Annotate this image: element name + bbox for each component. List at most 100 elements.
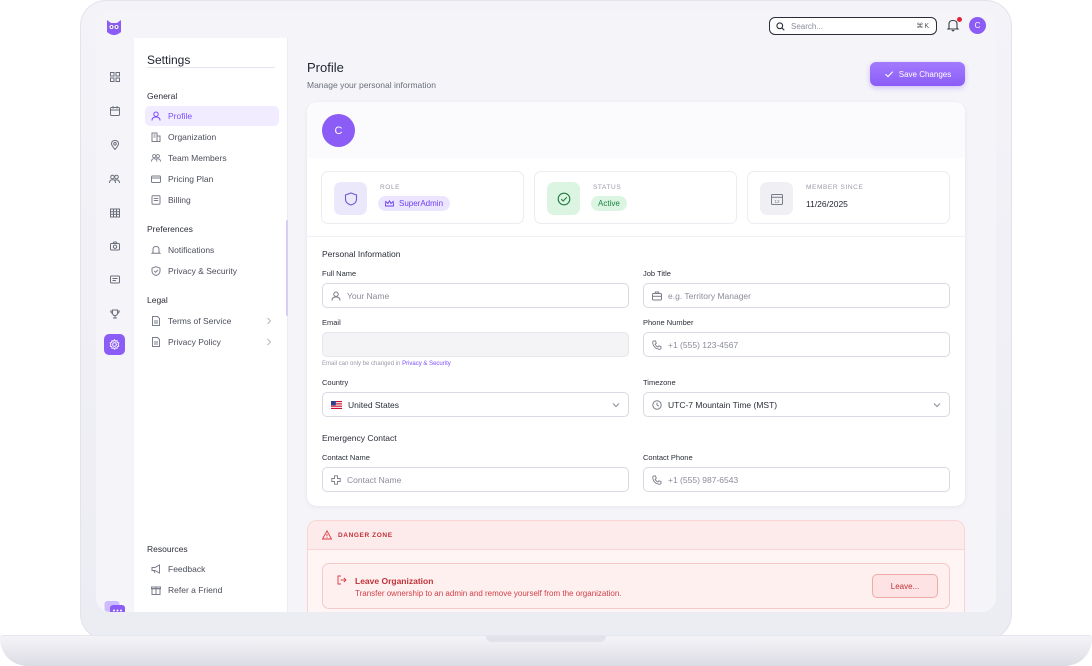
email-field[interactable]: [322, 332, 629, 357]
sidebar-item-feedback[interactable]: Feedback: [145, 559, 279, 579]
sidebar-item-label: Billing: [168, 195, 191, 205]
timezone-label: Timezone: [643, 378, 676, 387]
sidebar-item-profile[interactable]: Profile: [145, 106, 279, 126]
sidebar-item-team-members[interactable]: Team Members: [145, 148, 279, 168]
sidebar-item-pricing-plan[interactable]: Pricing Plan: [145, 169, 279, 189]
full-name-placeholder: Your Name: [347, 290, 390, 301]
sidebar-item-label: Refer a Friend: [168, 585, 223, 595]
save-changes-button[interactable]: Save Changes: [870, 62, 965, 86]
phone-number-placeholder: +1 (555) 123-4567: [668, 339, 739, 350]
danger-zone-header: DANGER ZONE: [308, 521, 964, 550]
clock-icon: [652, 399, 662, 410]
calendar-icon[interactable]: [106, 102, 123, 119]
profile-card: C ROLE SuperAdmin STATUS Active 12 MEMBE…: [307, 102, 965, 506]
table-icon[interactable]: [106, 204, 123, 221]
job-title-input[interactable]: e.g. Territory Manager: [643, 283, 950, 308]
settings-icon[interactable]: [104, 334, 125, 355]
emergency-contact-title: Emergency Contact: [322, 433, 397, 443]
sidebar-item-organization[interactable]: Organization: [145, 127, 279, 147]
chevron-down-icon: [612, 403, 620, 408]
logout-icon: [337, 575, 347, 585]
settings-sidebar: Settings General Profile Organization Te…: [134, 38, 288, 612]
sidebar-scrollbar[interactable]: [286, 220, 288, 316]
country-value: United States: [348, 399, 400, 410]
group-label-preferences: Preferences: [147, 224, 193, 234]
contact-phone-placeholder: +1 (555) 987-6543: [668, 474, 739, 485]
sidebar-item-label: Profile: [168, 111, 193, 121]
page-title: Profile: [307, 60, 344, 75]
search-input[interactable]: Search... ⌘K: [769, 17, 937, 35]
status-label: STATUS: [593, 184, 622, 191]
group-label-general: General: [147, 91, 178, 101]
app-screen: Search... ⌘K C Settings General Profile …: [96, 10, 996, 612]
search-icon: [776, 21, 785, 31]
contact-name-placeholder: Contact Name: [347, 474, 402, 485]
sidebar-item-label: Organization: [168, 132, 217, 142]
gift-icon: [151, 585, 161, 595]
users-icon: [151, 153, 161, 163]
email-helper-text: Email can only be changed in Privacy & S…: [322, 361, 451, 367]
role-stat-card: ROLE SuperAdmin: [321, 171, 524, 224]
document-icon: [151, 337, 161, 347]
sidebar-item-billing[interactable]: Billing: [145, 190, 279, 210]
profile-avatar[interactable]: C: [322, 114, 355, 147]
calendar-icon: 12: [760, 182, 793, 215]
trophy-icon[interactable]: [106, 305, 123, 322]
job-title-label: Job Title: [643, 269, 671, 278]
contact-name-label: Contact Name: [322, 453, 370, 462]
user-icon: [331, 291, 341, 301]
member-since-label: MEMBER SINCE: [806, 184, 864, 191]
sidebar-item-label: Team Members: [168, 153, 227, 163]
user-avatar[interactable]: C: [969, 17, 986, 34]
camera-icon[interactable]: [106, 237, 123, 254]
shield-icon: [334, 182, 367, 215]
sidebar-item-terms-of-service[interactable]: Terms of Service: [145, 311, 279, 331]
sidebar-item-label: Notifications: [168, 245, 215, 255]
receipt-icon: [151, 195, 161, 205]
building-icon: [151, 132, 161, 142]
role-badge: SuperAdmin: [378, 196, 451, 211]
contact-phone-label: Contact Phone: [643, 453, 693, 462]
member-since-value: 11/26/2025: [806, 199, 848, 209]
contact-phone-input[interactable]: +1 (555) 987-6543: [643, 467, 950, 492]
full-name-input[interactable]: Your Name: [322, 283, 629, 308]
user-icon: [151, 111, 161, 121]
users-icon[interactable]: [106, 170, 123, 187]
leave-organization-description: Transfer ownership to an admin and remov…: [355, 589, 622, 598]
contact-name-input[interactable]: Contact Name: [322, 467, 629, 492]
main-content: Profile Manage your personal information…: [289, 38, 996, 612]
owl-logo-icon[interactable]: [106, 18, 122, 38]
role-label: ROLE: [380, 184, 401, 191]
privacy-security-link[interactable]: Privacy & Security: [402, 361, 451, 367]
save-changes-label: Save Changes: [898, 69, 952, 79]
search-placeholder: Search...: [791, 21, 824, 31]
map-pin-icon[interactable]: [106, 136, 123, 153]
document-icon: [151, 316, 161, 326]
sidebar-item-privacy-security[interactable]: Privacy & Security: [145, 261, 279, 281]
country-select[interactable]: United States: [322, 392, 629, 417]
chat-support-icon[interactable]: [104, 600, 126, 612]
danger-zone-title: DANGER ZONE: [338, 532, 393, 539]
timezone-select[interactable]: UTC-7 Mountain Time (MST): [643, 392, 950, 417]
sidebar-item-label: Privacy & Security: [168, 266, 237, 276]
svg-text:12: 12: [774, 199, 780, 204]
divider: [307, 236, 965, 237]
country-label: Country: [322, 378, 349, 387]
sidebar-item-notifications[interactable]: Notifications: [145, 240, 279, 260]
laptop-notch: [486, 636, 606, 642]
phone-number-input[interactable]: +1 (555) 123-4567: [643, 332, 950, 357]
us-flag-icon: [331, 400, 342, 409]
message-icon[interactable]: [106, 271, 123, 288]
job-title-placeholder: e.g. Territory Manager: [668, 290, 751, 301]
member-since-stat-card: 12 MEMBER SINCE 11/26/2025: [747, 171, 950, 224]
status-stat-card: STATUS Active: [534, 171, 737, 224]
sidebar-item-refer-friend[interactable]: Refer a Friend: [145, 580, 279, 600]
sidebar-item-label: Pricing Plan: [168, 174, 214, 184]
grid-icon[interactable]: [106, 68, 123, 85]
leave-button[interactable]: Leave...: [872, 574, 938, 598]
credit-card-icon: [151, 174, 161, 184]
page-subtitle: Manage your personal information: [307, 80, 436, 90]
full-name-label: Full Name: [322, 269, 357, 278]
medical-cross-icon: [331, 474, 341, 485]
sidebar-item-privacy-policy[interactable]: Privacy Policy: [145, 332, 279, 352]
